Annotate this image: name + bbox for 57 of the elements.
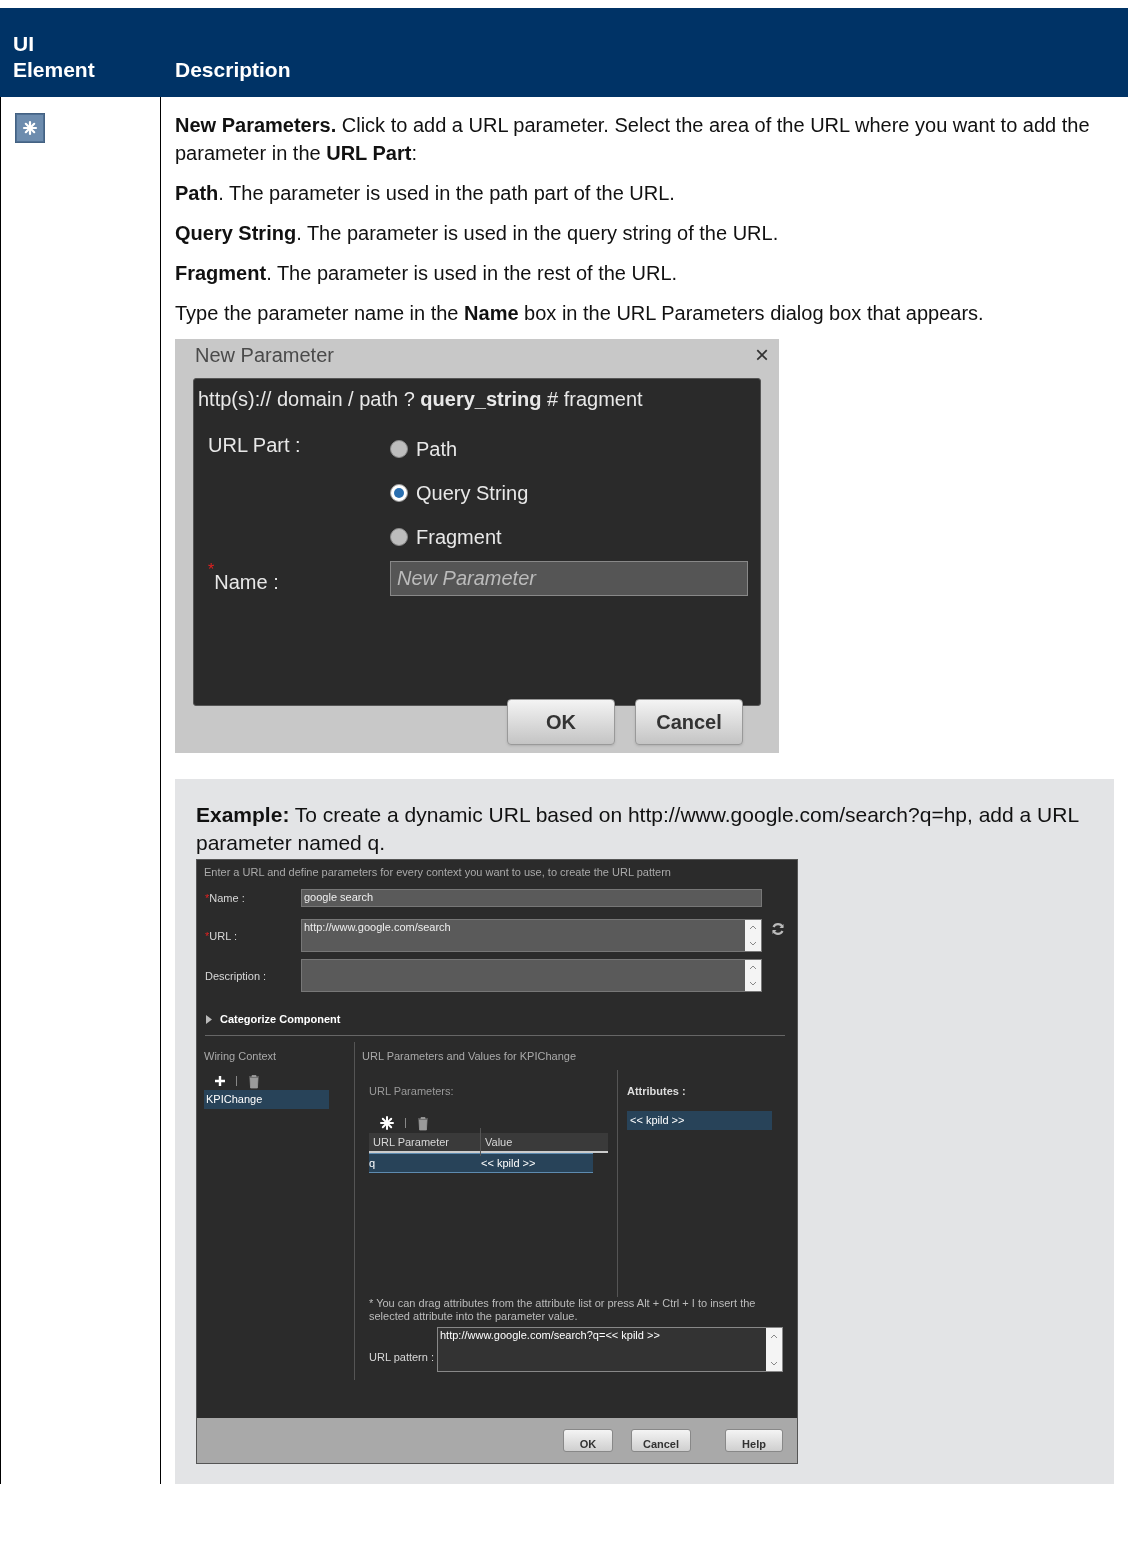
dialog-button[interactable]: OK	[507, 699, 615, 745]
radio-option[interactable]: Path	[390, 435, 529, 463]
triangle-icon	[205, 1014, 213, 1024]
paragraph: Fragment. The parameter is used in the rest of the URL.	[175, 261, 679, 286]
text-area[interactable]: http://www.google.com/search?q=<< kpild >>	[437, 1327, 783, 1372]
asterisk-icon	[15, 113, 45, 143]
collapsible-section[interactable]: Categorize Component	[205, 1005, 785, 1036]
name-field[interactable]: New Parameter	[390, 561, 748, 596]
radio-option[interactable]: Fragment	[390, 523, 529, 551]
list-item[interactable]: << kpild >>	[627, 1111, 772, 1130]
field-label: URL Part :	[207, 433, 302, 458]
table-cell-text: q	[369, 1156, 377, 1171]
field-label: URL pattern :	[368, 1349, 435, 1365]
trash-icon[interactable]	[416, 1115, 430, 1131]
panel-title: URL Parameters and Values for KPIChange	[362, 1049, 577, 1064]
required-mark: *	[208, 561, 215, 580]
text-area[interactable]	[301, 959, 762, 992]
note-text: * You can drag attributes from the attribute list or press Alt + Ctrl + I to insert the selected attribute into the parameter value.	[368, 1297, 757, 1323]
close-button[interactable]: ×	[755, 343, 769, 367]
field-label: Name :	[214, 569, 279, 595]
url-structure-hint: http(s):// domain / path ? query_string # fragment	[197, 387, 644, 412]
paragraph: New Parameters. Click to add a URL parameter. Select the area of the URL where you want to add the parameter in the URL Part:	[175, 113, 1091, 166]
section-title: Categorize Component	[220, 1012, 341, 1027]
instruction-text: Enter a URL and define parameters for every context you want to use, to create the URL pattern	[203, 865, 672, 879]
trash-icon[interactable]	[247, 1073, 261, 1089]
table-row[interactable]: q << kpild >>	[369, 1153, 593, 1173]
scrollbar-icon	[745, 920, 761, 951]
table-cell-text: << kpild >>	[481, 1156, 536, 1171]
column-header: Description	[175, 57, 291, 83]
dialog-title: New Parameter	[195, 343, 334, 368]
text-area[interactable]: http://www.google.com/search	[301, 919, 762, 952]
refresh-icon	[771, 922, 785, 936]
paragraph: Type the parameter name in the Name box in the URL Parameters dialog box that appears.	[175, 301, 985, 326]
panel-title: Attributes :	[627, 1084, 687, 1099]
asterisk-icon[interactable]	[379, 1115, 395, 1131]
dialog-button[interactable]: Cancel	[631, 1429, 691, 1452]
panel-subtitle: URL Parameters:	[369, 1084, 455, 1099]
scrollbar-icon	[745, 960, 761, 991]
dialog-button[interactable]: Cancel	[635, 699, 743, 745]
dialog-button[interactable]: OK	[563, 1429, 613, 1452]
paragraph: Query String. The parameter is used in the query string of the URL.	[175, 221, 780, 246]
panel-title: Wiring Context	[204, 1049, 278, 1064]
required-mark: *	[205, 891, 210, 906]
field-label: URL :	[209, 928, 237, 944]
required-mark: *	[205, 928, 210, 944]
dialog-button[interactable]: Help	[725, 1429, 783, 1452]
text-field[interactable]: google search	[301, 889, 762, 907]
paragraph: Path. The parameter is used in the path part of the URL.	[175, 181, 676, 206]
column-header: UI Element	[13, 31, 93, 83]
field-label: Name :	[209, 891, 245, 906]
plus-icon[interactable]	[214, 1075, 226, 1087]
radio-option[interactable]: Query String	[390, 479, 529, 507]
scrollbar-icon	[766, 1328, 782, 1371]
example-text: Example: To create a dynamic URL based on http://www.google.com/search?q=hp, add a URL parameter named q.	[196, 802, 1080, 856]
list-item[interactable]: KPIChange	[204, 1090, 329, 1109]
field-label: Description :	[205, 968, 267, 984]
column-header: Value	[484, 1135, 513, 1150]
